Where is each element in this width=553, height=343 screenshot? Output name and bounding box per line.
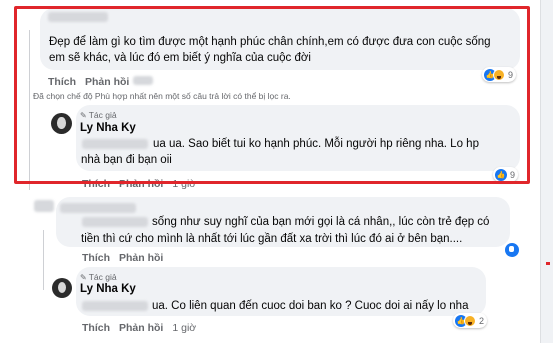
blurred-mention [82,301,148,311]
reaction-summary[interactable]: 👍 2 [453,313,488,328]
thread-line [43,230,44,290]
reply-time[interactable]: 1 giờ [172,322,196,334]
highlight-box [14,6,530,184]
like-button[interactable]: Thích [82,322,110,334]
comment-actions: Thích Phản hồi [82,252,172,264]
author-name[interactable]: Ly Nha Ky [80,283,136,295]
blurred-avatar [34,200,54,212]
haha-icon [464,314,476,327]
pen-icon: ✎ [80,273,87,282]
avatar [52,278,72,298]
like-button[interactable]: Thích [82,252,110,264]
author-tag: ✎ Tác giả [80,272,117,282]
reply-actions: Thích Phản hồi 1 giờ [82,322,205,334]
reply-text-line: ua. Co liên quan đến cuoc doi ban ko ? C… [152,300,469,312]
reply-button[interactable]: Phản hồi [119,322,163,334]
reaction-count: 2 [479,315,485,326]
blurred-name [60,203,136,213]
like-icon[interactable] [505,243,519,257]
comment-text-line: tiền thì cứ cho mình là nhất tới lúc gần… [81,233,463,245]
side-panel-mark [546,262,550,265]
comment-text-line: sống như suy nghĩ của bạn mới gọi là cá … [152,216,490,228]
reply-button[interactable]: Phản hồi [119,252,163,264]
blurred-mention [82,217,148,227]
side-panel-edge [540,0,553,343]
